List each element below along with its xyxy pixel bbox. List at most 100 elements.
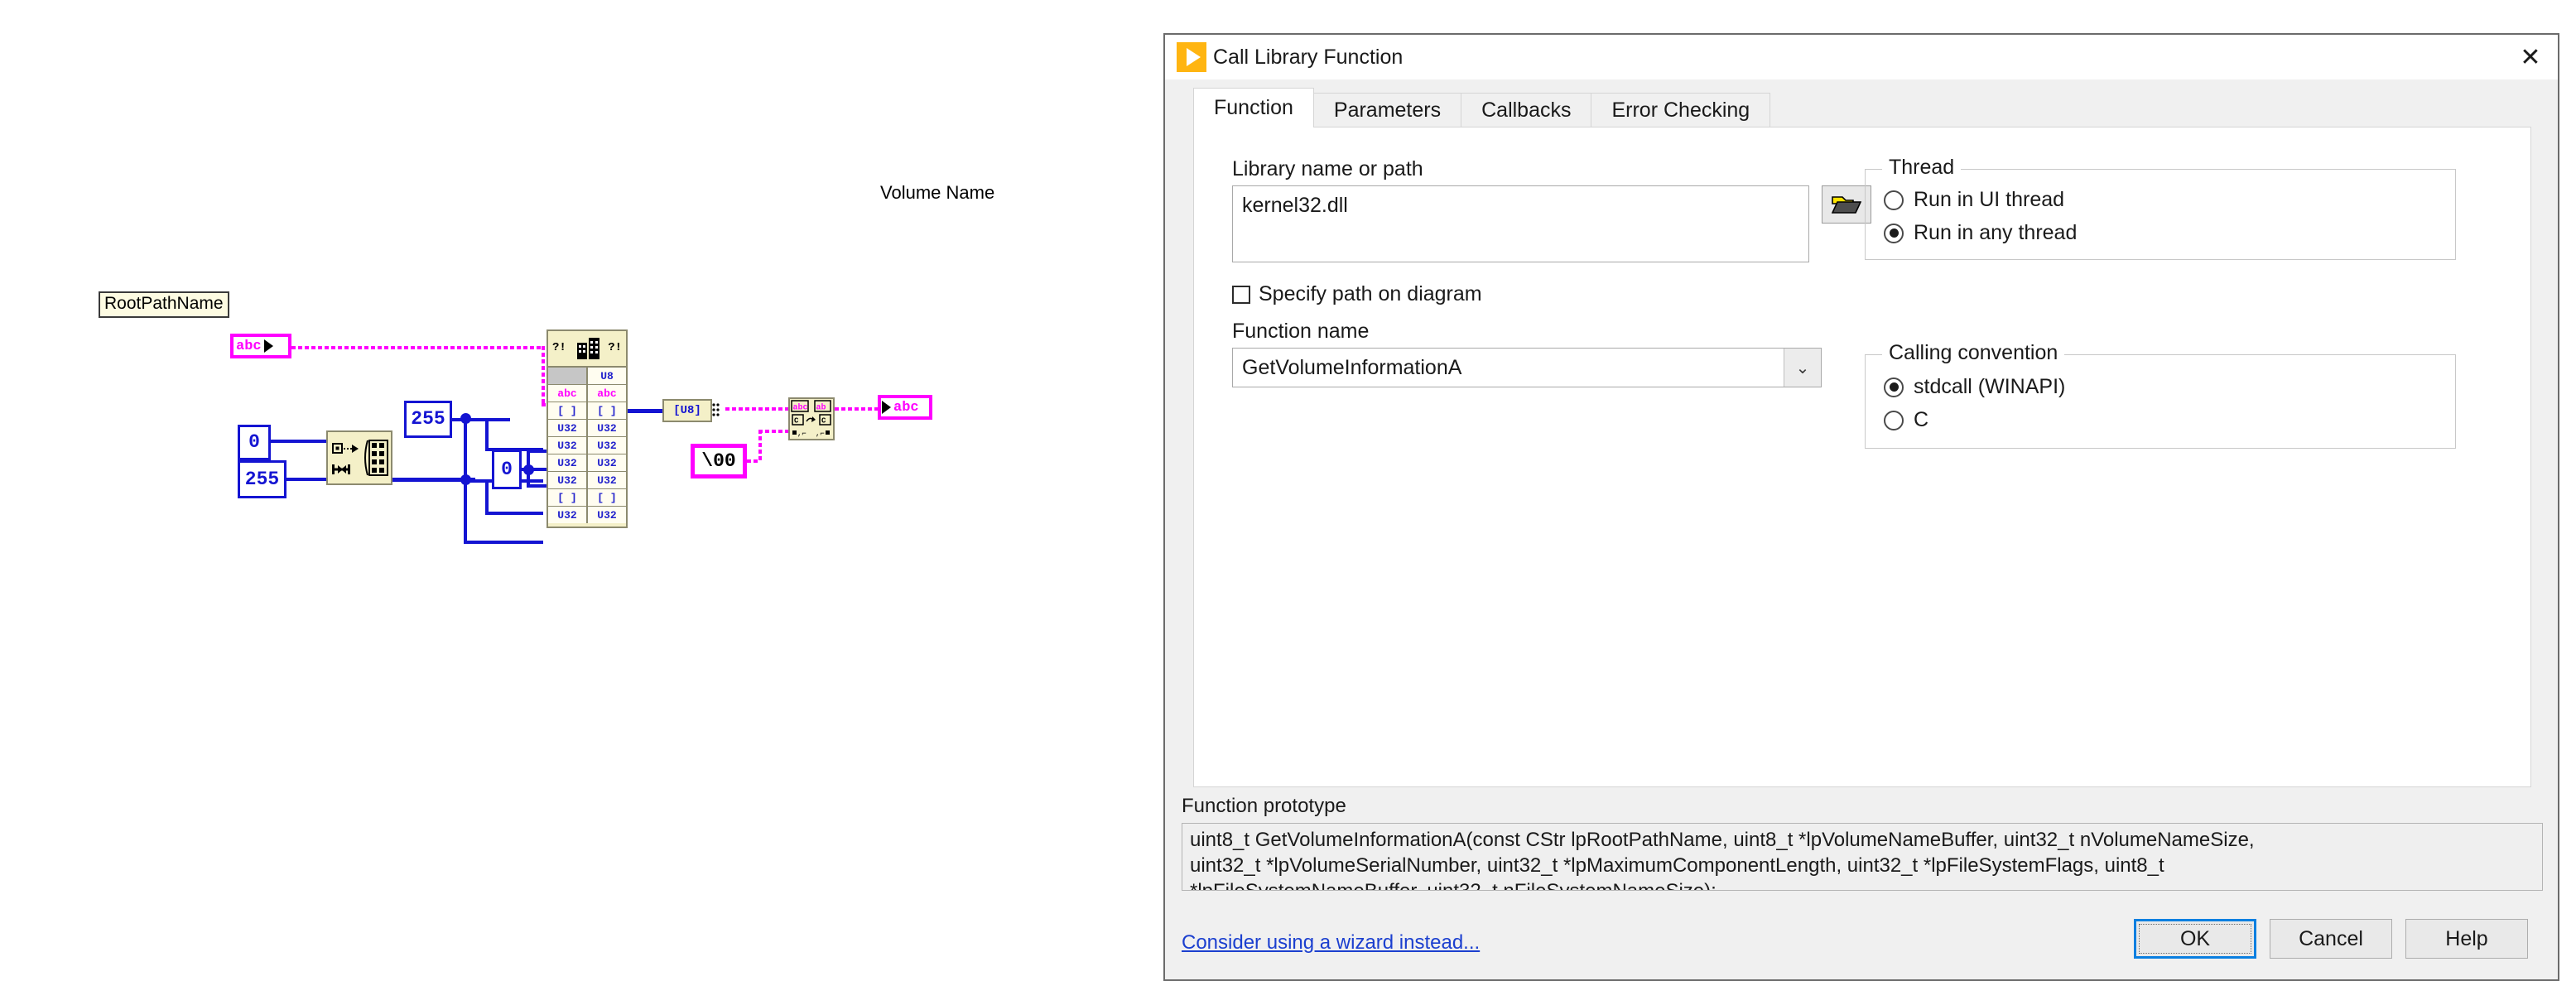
wire-zero-down-in (527, 484, 546, 488)
clf-row: [ ] [ ] (548, 489, 626, 507)
function-prototype-label: Function prototype (1182, 795, 1346, 817)
radio-button[interactable] (1884, 377, 1904, 397)
calling-convention-groupbox: Calling convention stdcall (WINAPI) C (1865, 341, 2456, 449)
clf-right-marker: ?! (608, 341, 622, 354)
call-library-function-dialog: Call Library Function ✕ Function Paramet… (1163, 33, 2559, 981)
clf-cell-right: U32 (588, 507, 626, 523)
wire-down-branch (485, 481, 489, 514)
clf-cell-right: U8 (588, 368, 626, 384)
indicator-terminal-glyph: abc (893, 399, 919, 416)
ok-button[interactable]: OK (2134, 919, 2256, 959)
wire-zero-up-in (527, 450, 546, 453)
tab-error-checking[interactable]: Error Checking (1591, 93, 1771, 127)
specify-path-label: Specify path on diagram (1259, 282, 1482, 305)
function-name-value: GetVolumeInformationA (1242, 355, 1462, 379)
string-indicator-terminal[interactable]: abc (878, 395, 932, 420)
radio-c-convention[interactable]: C (1884, 408, 1928, 432)
constant-255-left[interactable]: 255 (238, 460, 286, 498)
wire-zero-to-initarray (271, 440, 326, 443)
string-control-terminal[interactable]: abc (230, 334, 291, 358)
clf-cell-right: U32 (588, 454, 626, 471)
library-name-label: Library name or path (1232, 157, 1423, 180)
thread-group-title: Thread (1882, 156, 1962, 180)
constant-zero-top[interactable]: 0 (238, 425, 271, 460)
svg-text:C: C (794, 417, 799, 426)
clf-left-marker: ?! (552, 341, 566, 354)
wire-clf-to-bytearray (628, 409, 662, 413)
labview-play-icon (1177, 42, 1206, 72)
clf-row: U8 (548, 368, 626, 385)
tab-function[interactable]: Function (1193, 88, 1314, 127)
clf-cell-right: [ ] (588, 489, 626, 506)
radio-stdcall[interactable]: stdcall (WINAPI) (1884, 375, 2065, 399)
tab-strip: Function Parameters Callbacks Error Chec… (1193, 88, 1771, 127)
indicator-label-volumename: Volume Name (880, 182, 995, 203)
constant-zero-mid[interactable]: 0 (492, 450, 522, 489)
clf-row: U32 U32 (548, 437, 626, 454)
constant-255-top[interactable]: 255 (404, 401, 452, 438)
chevron-down-icon[interactable]: ⌄ (1784, 349, 1821, 387)
call-library-function-node[interactable]: ?! ?! U8 abc abc [ ] [] U32 U32 U32 U32… (546, 329, 628, 528)
library-name-input[interactable]: kernel32.dll (1232, 185, 1809, 262)
initialize-array-node[interactable] (326, 430, 392, 485)
byte-array-to-string-node[interactable]: [U8] (662, 399, 712, 422)
wire-null-v (758, 430, 762, 463)
wire-string-rootpath-drop (542, 346, 545, 406)
clf-cell-left: [ ] (548, 402, 588, 419)
close-icon[interactable]: ✕ (2503, 35, 2558, 79)
help-button-label: Help (2445, 926, 2488, 950)
specify-path-checkbox[interactable] (1232, 285, 1250, 304)
specify-path-checkbox-row[interactable]: Specify path on diagram (1232, 282, 1482, 306)
radio-button[interactable] (1884, 410, 1904, 430)
radio-label: C (1914, 408, 1929, 431)
prototype-line: uint8_t GetVolumeInformationA(const CStr… (1190, 829, 2255, 851)
wizard-link[interactable]: Consider using a wizard instead... (1182, 931, 1480, 955)
clf-node-header: ?! ?! (548, 331, 626, 368)
function-name-label: Function name (1232, 320, 1370, 343)
clf-cell-right: U32 (588, 437, 626, 454)
wire-255-to-initarray (286, 478, 326, 481)
clf-row: U32 U32 (548, 454, 626, 472)
cancel-button[interactable]: Cancel (2270, 919, 2392, 959)
byte-array-dots-icon (712, 403, 720, 416)
clf-row: abc abc (548, 385, 626, 402)
radio-button[interactable] (1884, 190, 1904, 210)
clf-cell-left: U32 (548, 507, 588, 523)
help-button[interactable]: Help (2405, 919, 2528, 959)
clf-row: U32 U32 (548, 472, 626, 489)
radio-run-in-ui-thread[interactable]: Run in UI thread (1884, 188, 2064, 212)
radio-button[interactable] (1884, 223, 1904, 243)
function-tab-panel: Library name or path kernel32.dll Specif… (1193, 127, 2531, 787)
clf-cell-left: U32 (548, 472, 588, 488)
dialog-titlebar: Call Library Function ✕ (1165, 35, 2558, 79)
dialog-title: Call Library Function (1213, 45, 1404, 69)
browse-folder-button[interactable] (1822, 185, 1871, 224)
clf-cell-right: [ ] (588, 402, 626, 419)
function-prototype-box[interactable]: uint8_t GetVolumeInformationA(const CStr… (1182, 823, 2543, 891)
clf-cell-right: abc (588, 385, 626, 402)
wire-string-rootpath (291, 346, 545, 349)
svg-text:abc: abc (793, 403, 808, 413)
wire-255-down (464, 418, 467, 483)
folder-open-icon (1832, 196, 1861, 214)
wire-to-row-u32d (485, 512, 543, 515)
tab-callbacks[interactable]: Callbacks (1461, 93, 1592, 127)
wire-bottom-in (464, 541, 543, 544)
clf-cell-left: U32 (548, 437, 588, 454)
prototype-line: *lpFileSystemNameBuffer, uint32_t nFileS… (1190, 878, 2535, 890)
clf-cell-left: U32 (548, 454, 588, 471)
string-match-node[interactable]: abc ab C C ,⌐ ,⌐ (788, 397, 835, 440)
svg-text:C: C (821, 417, 826, 426)
tab-parameters[interactable]: Parameters (1312, 93, 1462, 127)
radio-label: stdcall (WINAPI) (1914, 375, 2066, 398)
initialize-array-glyph (332, 440, 388, 476)
cancel-button-label: Cancel (2299, 926, 2363, 950)
string-terminal-glyph: abc (236, 338, 262, 354)
indicator-arrow-icon (882, 401, 891, 414)
wire-up-branch (485, 418, 489, 451)
string-match-glyph: abc ab C C ,⌐ ,⌐ (791, 400, 831, 438)
function-name-combobox[interactable]: GetVolumeInformationA ⌄ (1232, 348, 1822, 387)
null-string-constant[interactable]: \00 (691, 444, 747, 478)
radio-run-in-any-thread[interactable]: Run in any thread (1884, 221, 2077, 245)
clf-cell-left: abc (548, 385, 588, 402)
